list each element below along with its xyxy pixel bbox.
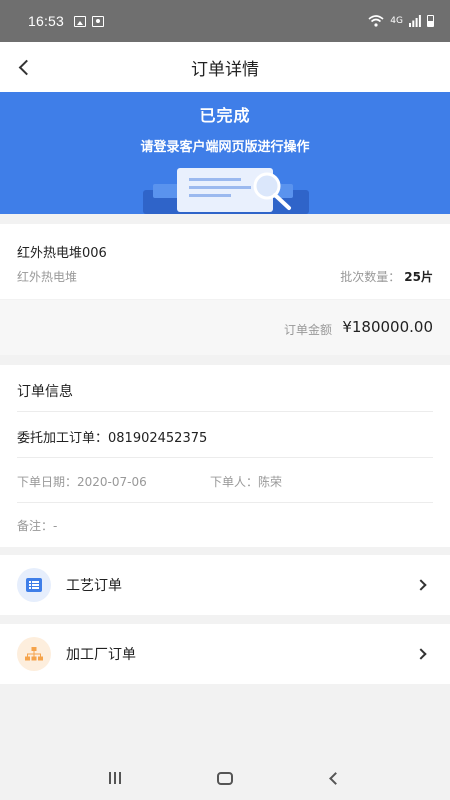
- back-button[interactable]: [6, 49, 42, 85]
- product-card: 红外热电堆006 红外热电堆 批次数量： 25片: [0, 224, 450, 299]
- status-notification-icons: [74, 15, 105, 27]
- batch-value: 25片: [404, 270, 433, 284]
- recent-apps-icon: [109, 772, 121, 784]
- factory-order-icon-wrap: [17, 637, 51, 671]
- status-system-icons: 4G: [368, 15, 434, 27]
- order-amount-row: 订单金额 ¥180000.00: [0, 300, 450, 355]
- chevron-left-icon: [18, 59, 34, 75]
- divider: [17, 502, 433, 503]
- recent-apps-button[interactable]: [95, 763, 135, 793]
- home-button[interactable]: [205, 763, 245, 793]
- amount-label: 订单金额: [283, 323, 332, 337]
- status-bar: 16:53 4G: [0, 0, 450, 42]
- battery-icon: [427, 15, 434, 27]
- document-search-illustration: [143, 168, 309, 214]
- list-document-icon: [26, 578, 42, 592]
- batch-label: 批次数量：: [340, 270, 401, 284]
- banner-hint: 请登录客户端网页版进行操作: [140, 140, 310, 155]
- network-type-label: 4G: [390, 16, 403, 26]
- product-category: 红外热电堆: [17, 270, 78, 284]
- batch-quantity: 批次数量： 25片: [340, 268, 433, 285]
- craft-order-label: 工艺订单: [66, 578, 122, 594]
- gallery-icon: [74, 15, 87, 27]
- back-icon: [328, 771, 342, 785]
- amount-value: ¥180000.00: [342, 318, 433, 336]
- order-user: 下单人：陈荣: [210, 475, 283, 489]
- signal-icon: [409, 15, 421, 27]
- order-status-banner: 已完成 请登录客户端网页版进行操作: [0, 92, 450, 214]
- product-name: 红外热电堆006: [17, 246, 107, 261]
- divider: [17, 457, 433, 458]
- factory-order-label: 加工厂订单: [66, 647, 136, 663]
- camera-icon: [92, 15, 105, 27]
- order-date: 下单日期：2020-07-06: [17, 475, 147, 489]
- hierarchy-icon: [25, 647, 43, 661]
- craft-order-link[interactable]: 工艺订单: [0, 555, 450, 615]
- factory-order-link[interactable]: 加工厂订单: [0, 624, 450, 684]
- divider: [17, 411, 433, 412]
- page-title: 订单详情: [191, 59, 259, 80]
- order-info-card: 订单信息 委托加工订单：081902452375 下单日期：2020-07-06…: [0, 365, 450, 547]
- order-remark: 备注：-: [17, 519, 58, 533]
- craft-order-icon-wrap: [17, 568, 51, 602]
- system-back-button[interactable]: [315, 763, 355, 793]
- home-icon: [217, 771, 233, 785]
- order-number: 委托加工订单：081902452375: [17, 431, 208, 446]
- status-time: 16:53: [28, 13, 65, 29]
- chevron-right-icon: [415, 579, 427, 591]
- chevron-right-icon: [415, 648, 427, 660]
- system-nav-bar: [0, 756, 450, 800]
- wifi-icon: [368, 15, 384, 27]
- order-info-title: 订单信息: [17, 384, 73, 400]
- nav-bar: 订单详情: [0, 42, 450, 92]
- order-status: 已完成: [199, 106, 251, 125]
